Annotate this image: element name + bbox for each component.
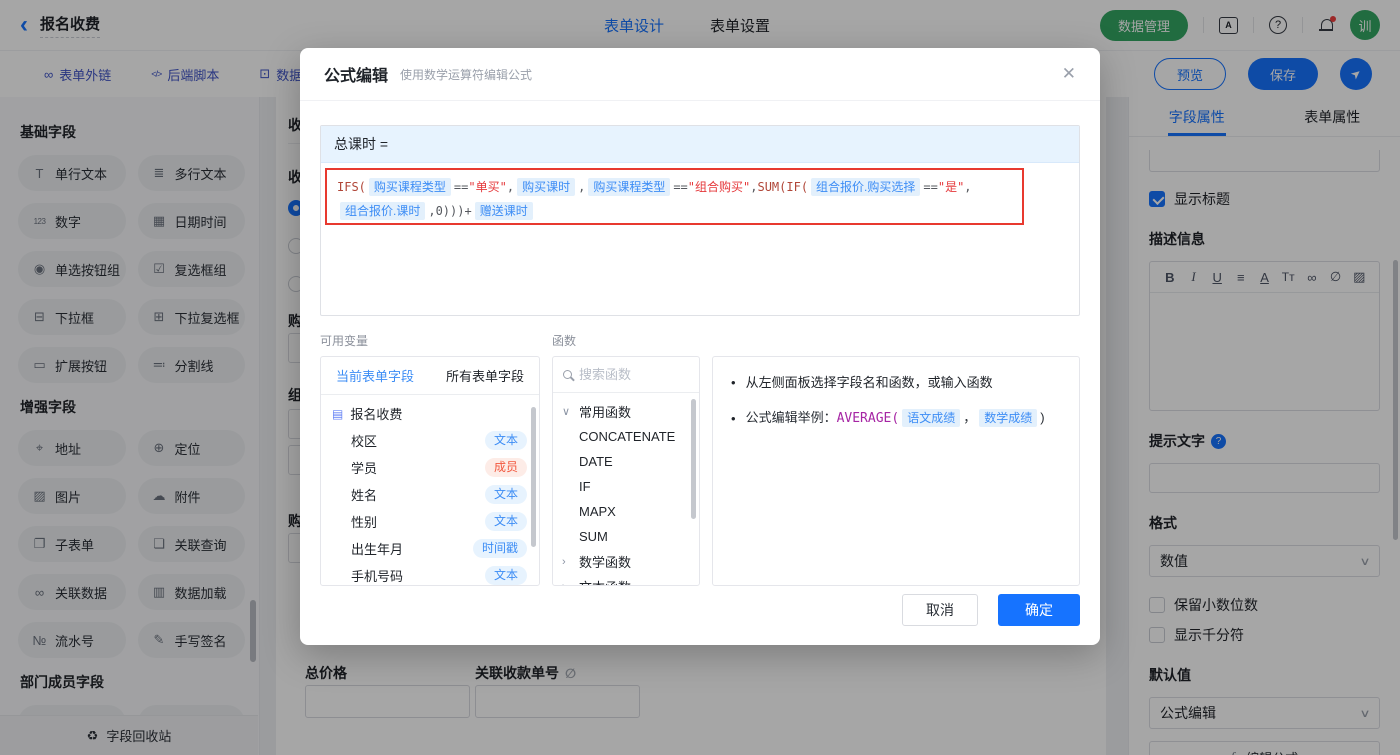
formula-code: IFS(购买课程类型 =="单买", 购买课时, 购买课程类型 =="组合购买",SUM… <box>337 178 972 220</box>
formula-field-chip[interactable]: 购买课程类型 <box>368 178 451 196</box>
chevron-down-icon: ∨ <box>562 406 571 418</box>
panel-labels: 可用变量 函数 <box>320 332 1080 350</box>
field-type-badge: 时间戳 <box>472 539 527 558</box>
function-IF[interactable]: IF <box>553 474 699 499</box>
chevron-right-icon: › <box>562 581 572 586</box>
formula-field-chip[interactable]: 赠送课时 <box>474 202 533 220</box>
variables-panel: 当前表单字段 所有表单字段 ▤ 报名收费 校区 文本 学员 成员 姓名 文本 性别 文本 出生年月 时间… <box>320 356 540 586</box>
functions-scrollbar[interactable] <box>691 399 696 519</box>
form-doc-icon: ▤ <box>332 406 344 421</box>
chevron-right-icon: › <box>562 555 566 568</box>
bullet-icon: • <box>731 410 736 426</box>
bullet-icon: • <box>731 375 736 390</box>
field-type-badge: 成员 <box>484 458 527 477</box>
modal-footer: 取消 确定 <box>902 594 1080 626</box>
variable-item-手机号码[interactable]: 手机号码 文本 <box>321 562 539 585</box>
field-type-badge: 文本 <box>484 431 527 450</box>
variable-form-row[interactable]: ▤ 报名收费 <box>321 400 539 427</box>
help-panel: • 从左侧面板选择字段名和函数，或输入函数 • 公式编辑举例：AVERAGE(语… <box>712 356 1080 586</box>
variable-item-校区[interactable]: 校区 文本 <box>321 427 539 454</box>
variables-label: 可用变量 <box>320 334 369 348</box>
function-数学函数[interactable]: › 数学函数 <box>553 549 699 574</box>
formula-editor: 总课时 = IFS(购买课程类型 =="单买", 购买课时, 购买课程类型 =="组合购… <box>320 125 1080 316</box>
variable-item-姓名[interactable]: 姓名 文本 <box>321 481 539 508</box>
modal-subtitle: 使用数学运算符编辑公式 <box>400 67 533 82</box>
function-tree: ∨常用函数CONCATENATEDATEIFMAPXSUM›数学函数›文本函数 <box>553 393 699 586</box>
formula-result-label: 总课时 = <box>321 126 1079 163</box>
modal-title: 公式编辑 <box>324 68 389 85</box>
help-bullet-1: • 从左侧面板选择字段名和函数，或输入函数 <box>731 373 1061 393</box>
function-search <box>553 357 699 393</box>
example-field-chip: 数学成绩 <box>979 409 1038 427</box>
formula-code-area[interactable]: IFS(购买课程类型 =="单买", 购买课时, 购买课程类型 =="组合购买",SUM… <box>321 163 1079 315</box>
field-type-badge: 文本 <box>484 512 527 531</box>
variable-item-性别[interactable]: 性别 文本 <box>321 508 539 535</box>
search-icon <box>563 370 572 379</box>
variable-item-学员[interactable]: 学员 成员 <box>321 454 539 481</box>
modal-body: 总课时 = IFS(购买课程类型 =="单买", 购买课时, 购买课程类型 =="组合购… <box>300 101 1100 586</box>
variables-tabs: 当前表单字段 所有表单字段 <box>321 357 539 395</box>
variables-tab-当前表单字段[interactable]: 当前表单字段 <box>336 366 414 385</box>
help-bullet-2: • 公式编辑举例：AVERAGE(语文成绩，数学成绩) <box>731 408 1061 429</box>
modal-header: 公式编辑 使用数学运算符编辑公式 ✕ <box>300 48 1100 101</box>
example-field-chip: 语文成绩 <box>902 409 961 427</box>
variable-list: ▤ 报名收费 校区 文本 学员 成员 姓名 文本 性别 文本 出生年月 时间戳 手机号码 文本 <box>321 395 539 585</box>
formula-field-chip[interactable]: 组合报价.购买选择 <box>811 178 921 196</box>
cancel-button[interactable]: 取消 <box>902 594 978 626</box>
function-文本函数[interactable]: ›文本函数 <box>553 574 699 586</box>
panels-row: 当前表单字段 所有表单字段 ▤ 报名收费 校区 文本 学员 成员 姓名 文本 性别 文本 出生年月 时间… <box>320 356 1080 586</box>
formula-field-chip[interactable]: 购买课程类型 <box>588 178 671 196</box>
field-type-badge: 文本 <box>484 485 527 504</box>
function-常用函数[interactable]: ∨ 常用函数 <box>553 399 699 424</box>
formula-field-chip[interactable]: 组合报价.课时 <box>340 202 426 220</box>
close-icon[interactable]: ✕ <box>1062 64 1076 84</box>
help-example: 公式编辑举例：AVERAGE(语文成绩，数学成绩) <box>745 409 1045 427</box>
confirm-button[interactable]: 确定 <box>998 594 1080 626</box>
variable-item-出生年月[interactable]: 出生年月 时间戳 <box>321 535 539 562</box>
variables-scrollbar[interactable] <box>531 407 536 547</box>
formula-field-chip[interactable]: 购买课时 <box>517 178 576 196</box>
formula-edit-modal: 公式编辑 使用数学运算符编辑公式 ✕ 总课时 = IFS(购买课程类型 =="单买… <box>300 48 1100 645</box>
function-SUM[interactable]: SUM <box>553 524 699 549</box>
function-DATE[interactable]: DATE <box>553 449 699 474</box>
functions-panel: ∨常用函数CONCATENATEDATEIFMAPXSUM›数学函数›文本函数 <box>552 356 700 586</box>
function-CONCATENATE[interactable]: CONCATENATE <box>553 424 699 449</box>
function-MAPX[interactable]: MAPX <box>553 499 699 524</box>
function-search-input[interactable] <box>579 367 679 382</box>
field-type-badge: 文本 <box>484 566 527 585</box>
functions-label: 函数 <box>552 334 577 348</box>
variables-tab-所有表单字段[interactable]: 所有表单字段 <box>446 366 524 385</box>
